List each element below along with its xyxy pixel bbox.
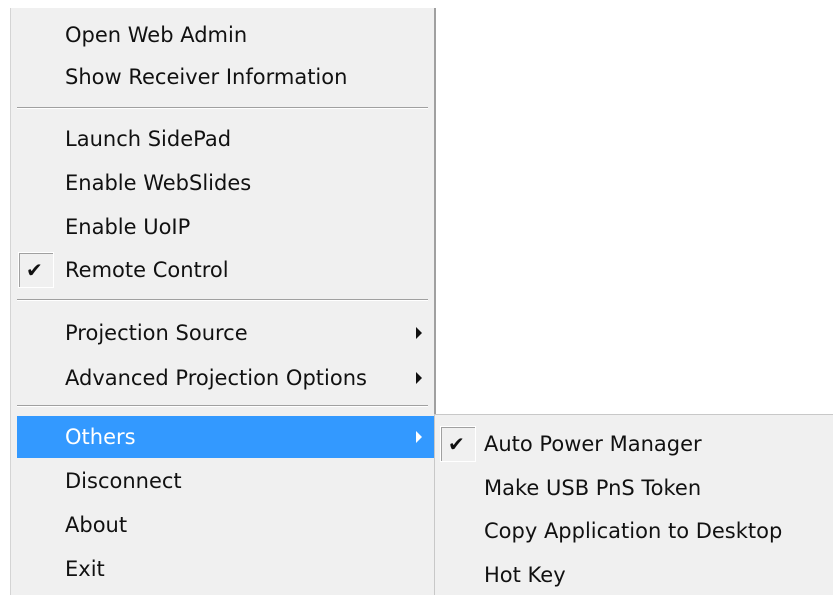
submenu-item-make-usb-pns-token[interactable]: Make USB PnS Token [439,467,833,509]
menu-item-projection-source[interactable]: Projection Source [17,312,434,354]
menu-item-enable-webslides[interactable]: Enable WebSlides [17,162,434,204]
menu-separator [17,107,428,109]
menu-item-label: Make USB PnS Token [484,476,702,500]
menu-item-label: Disconnect [65,469,182,493]
check-mark-icon: ✔ [26,258,43,282]
check-mark-icon: ✔ [448,432,465,456]
menu-item-label: Enable WebSlides [65,171,252,195]
menu-item-launch-sidepad[interactable]: Launch SidePad [17,118,434,160]
menu-item-label: About [65,513,128,537]
menu-item-remote-control[interactable]: ✔ Remote Control [17,249,434,291]
menu-item-label: Exit [65,557,105,581]
menu-item-enable-uoip[interactable]: Enable UoIP [17,206,434,248]
menu-item-label: Auto Power Manager [484,432,702,456]
menu-item-label: Projection Source [65,321,248,345]
menu-item-exit[interactable]: Exit [17,548,434,590]
menu-item-label: Show Receiver Information [65,65,348,89]
menu-item-label: Enable UoIP [65,215,191,239]
submenu-arrow-icon [416,327,422,339]
menu-item-show-receiver-information[interactable]: Show Receiver Information [17,56,434,98]
menu-item-label: Open Web Admin [65,23,248,47]
menu-separator [17,299,428,301]
menu-item-label: Others [65,425,136,449]
menu-item-label: Hot Key [484,563,566,587]
menu-separator [17,405,428,407]
submenu-arrow-icon [416,372,422,384]
menu-item-label: Copy Application to Desktop [484,519,783,543]
others-submenu: ✔ Auto Power Manager Make USB PnS Token … [434,414,833,595]
menu-item-open-web-admin[interactable]: Open Web Admin [17,14,434,56]
submenu-item-hot-key[interactable]: Hot Key [439,554,833,596]
menu-item-label: Remote Control [65,258,229,282]
menu-item-advanced-projection-options[interactable]: Advanced Projection Options [17,357,434,399]
context-menu: Open Web Admin Show Receiver Information… [10,8,434,595]
menu-item-about[interactable]: About [17,504,434,546]
menu-item-disconnect[interactable]: Disconnect [17,460,434,502]
menu-item-label: Advanced Projection Options [65,366,367,390]
menu-item-others[interactable]: Others [17,416,434,458]
submenu-arrow-icon [416,431,422,443]
submenu-item-auto-power-manager[interactable]: ✔ Auto Power Manager [439,423,833,465]
menu-item-label: Launch SidePad [65,127,232,151]
submenu-item-copy-application-to-desktop[interactable]: Copy Application to Desktop [439,510,833,552]
